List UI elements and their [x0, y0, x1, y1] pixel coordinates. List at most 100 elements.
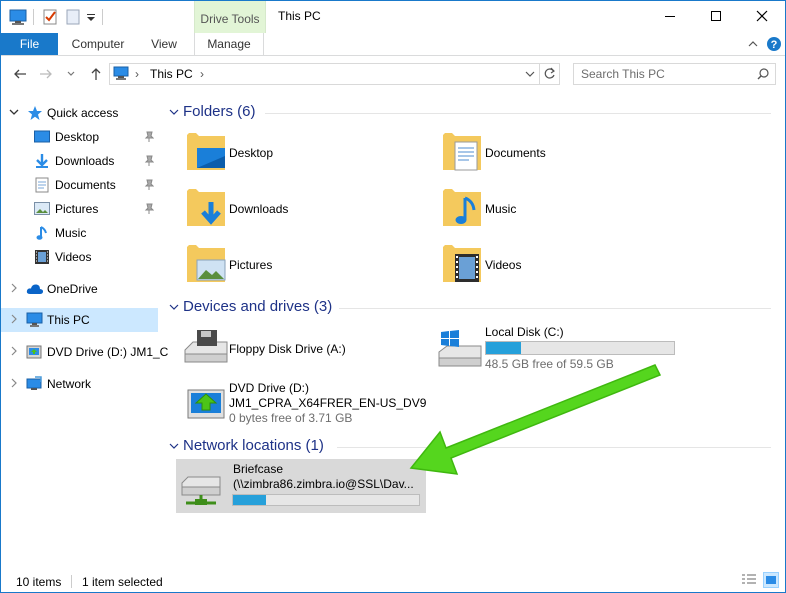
star-icon	[28, 106, 42, 120]
separator	[71, 575, 72, 588]
drive-label: Floppy Disk Drive (A:)	[229, 342, 346, 356]
chevron-down-icon[interactable]	[169, 442, 179, 450]
chevron-right-icon[interactable]	[9, 283, 19, 293]
details-view-icon[interactable]	[741, 573, 757, 587]
disk-usage-fill	[486, 342, 521, 354]
breadcrumb-this-pc[interactable]: This PC	[150, 67, 193, 81]
new-folder-icon[interactable]	[66, 8, 80, 26]
breadcrumb-chevron-icon[interactable]: ›	[200, 67, 204, 81]
folder-tile-documents[interactable]: Documents	[437, 126, 677, 178]
tab-file[interactable]: File	[1, 33, 58, 55]
nav-item-this-pc[interactable]: This PC	[1, 308, 158, 332]
documents-folder-icon	[443, 133, 481, 171]
title-bar: Drive Tools This PC	[1, 1, 785, 34]
chevron-down-icon[interactable]	[169, 108, 179, 116]
item-count: 10 items	[16, 575, 62, 589]
nav-item-videos[interactable]: Videos	[1, 245, 158, 269]
minimize-icon	[664, 16, 675, 17]
expand-ribbon-icon[interactable]	[748, 39, 758, 49]
address-bar[interactable]: › This PC ›	[109, 63, 540, 85]
nav-item-desktop[interactable]: Desktop	[1, 125, 158, 149]
documents-icon	[35, 177, 49, 193]
maximize-button[interactable]	[693, 1, 738, 31]
folder-label: Downloads	[229, 202, 289, 216]
close-button[interactable]	[739, 1, 784, 31]
folder-tile-desktop[interactable]: Desktop	[181, 126, 421, 178]
pin-icon[interactable]	[144, 179, 154, 191]
this-pc-icon	[26, 312, 43, 327]
computer-icon[interactable]	[9, 8, 27, 26]
network-icon	[26, 376, 42, 390]
tab-computer[interactable]: Computer	[64, 33, 132, 55]
status-bar: 10 items 1 item selected	[1, 569, 785, 592]
group-header-folders[interactable]: Folders (6)	[165, 102, 777, 122]
chevron-right-icon[interactable]	[9, 314, 19, 324]
folder-label: Pictures	[229, 258, 273, 272]
folder-label: Desktop	[229, 146, 274, 160]
network-usage-bar	[232, 494, 420, 506]
chevron-right-icon[interactable]	[9, 346, 19, 356]
navigation-pane: Quick access Desktop Downloads Documents	[1, 96, 168, 566]
nav-label: Downloads	[55, 154, 115, 168]
minimize-button[interactable]	[647, 1, 692, 31]
nav-item-downloads[interactable]: Downloads	[1, 149, 158, 173]
group-title: Devices and drives (3)	[183, 298, 333, 315]
nav-label: Music	[55, 226, 87, 240]
back-icon[interactable]	[12, 66, 28, 82]
network-usage-fill	[233, 495, 267, 505]
folder-tile-videos[interactable]: Videos	[437, 238, 677, 290]
group-title: Network locations (1)	[183, 437, 324, 454]
large-icons-view-icon[interactable]	[763, 572, 779, 588]
customize-quick-access-icon[interactable]	[86, 8, 96, 26]
nav-label: DVD Drive (D:) JM1_C	[47, 345, 169, 359]
separator	[33, 9, 34, 25]
folder-label: Videos	[485, 258, 522, 272]
search-box[interactable]: Search This PC	[573, 63, 776, 85]
address-dropdown-icon[interactable]	[525, 70, 535, 78]
drive-tile-floppy[interactable]: Floppy Disk Drive (A:)	[181, 322, 421, 374]
forward-icon[interactable]	[38, 66, 54, 82]
music-icon	[36, 226, 47, 240]
drive-label: Local Disk (C:)	[485, 325, 564, 339]
close-icon	[756, 10, 767, 22]
pin-icon[interactable]	[144, 155, 154, 167]
chevron-down-icon[interactable]	[9, 107, 19, 117]
up-icon[interactable]	[88, 66, 104, 82]
disk-usage-bar	[485, 341, 675, 355]
refresh-button[interactable]	[539, 63, 560, 85]
search-placeholder: Search This PC	[581, 67, 665, 81]
pin-icon[interactable]	[144, 131, 154, 143]
search-icon[interactable]	[757, 68, 769, 80]
group-header-devices[interactable]: Devices and drives (3)	[165, 297, 777, 317]
tab-manage[interactable]: Manage	[194, 33, 264, 55]
nav-item-pictures[interactable]: Pictures	[1, 197, 158, 221]
maximize-icon	[710, 11, 721, 21]
chevron-right-icon[interactable]	[9, 378, 19, 388]
recent-locations-icon[interactable]	[66, 66, 82, 82]
context-tab-label: Drive Tools	[200, 12, 260, 26]
nav-item-dvd-drive[interactable]: DVD Drive (D:) JM1_C	[1, 340, 168, 364]
chevron-down-icon[interactable]	[169, 303, 179, 311]
nav-label: Network	[47, 377, 92, 391]
separator	[102, 9, 103, 25]
network-location-label: Briefcase	[233, 462, 284, 476]
folder-tile-music[interactable]: Music	[437, 182, 677, 234]
nav-item-quick-access[interactable]: Quick access	[1, 101, 158, 125]
tab-view[interactable]: View	[142, 33, 186, 55]
network-tile-briefcase[interactable]: Briefcase (\\zimbra86.zimbra.io@SSL\Dav.…	[176, 459, 426, 513]
nav-item-network[interactable]: Network	[1, 372, 158, 396]
downloads-icon	[36, 154, 48, 168]
nav-item-documents[interactable]: Documents	[1, 173, 158, 197]
music-folder-icon	[443, 189, 481, 226]
videos-folder-icon	[443, 245, 481, 282]
folder-tile-pictures[interactable]: Pictures	[181, 238, 421, 290]
breadcrumb-chevron-icon[interactable]: ›	[135, 67, 139, 81]
pin-icon[interactable]	[144, 203, 154, 215]
content-pane: Folders (6) Desktop Documents Downloads …	[161, 96, 785, 566]
properties-icon[interactable]	[42, 8, 58, 26]
folder-label: Documents	[485, 146, 546, 160]
nav-item-music[interactable]: Music	[1, 221, 158, 245]
folder-tile-downloads[interactable]: Downloads	[181, 182, 421, 234]
help-icon[interactable]: ?	[766, 36, 782, 52]
nav-item-onedrive[interactable]: OneDrive	[1, 277, 158, 301]
